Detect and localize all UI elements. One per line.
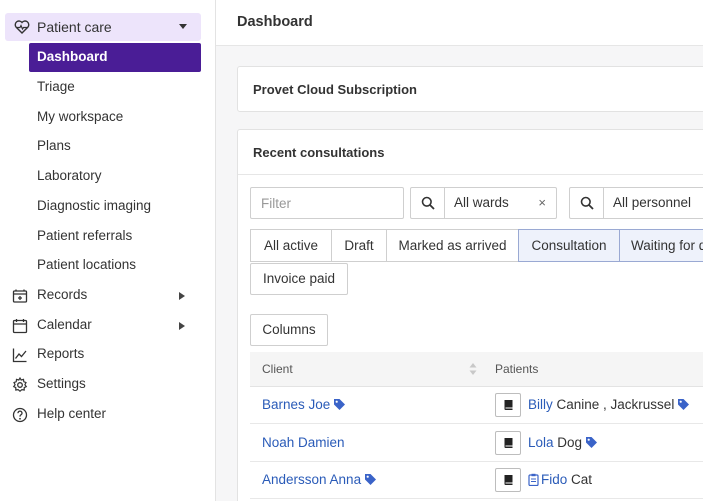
gear-icon bbox=[12, 377, 28, 392]
sidebar: Patient care Dashboard Triage My workspa… bbox=[0, 0, 216, 501]
wards-search-button[interactable] bbox=[411, 188, 445, 218]
tab-waiting-for-discharge[interactable]: Waiting for discharge bbox=[619, 229, 703, 262]
tag-icon bbox=[586, 437, 598, 448]
client-cell: Barnes Joe bbox=[262, 397, 346, 412]
patient-detail: Canine , Jackrussel bbox=[552, 397, 675, 412]
patient-cell: Billy Canine , Jackrussel bbox=[528, 397, 690, 412]
calendar-icon bbox=[12, 319, 28, 334]
search-icon bbox=[421, 196, 435, 210]
nav-item-help-center[interactable]: Help center bbox=[0, 404, 215, 426]
tab-all-active[interactable]: All active bbox=[250, 229, 332, 262]
subscription-card-title: Provet Cloud Subscription bbox=[253, 82, 417, 97]
tab-consultation[interactable]: Consultation bbox=[518, 229, 620, 262]
patient-link[interactable]: Billy bbox=[528, 397, 553, 412]
wards-select-value: All wards bbox=[454, 195, 509, 210]
consultations-title: Recent consultations bbox=[253, 145, 385, 160]
patient-link[interactable]: Fido bbox=[541, 472, 567, 487]
columns-button[interactable]: Columns bbox=[250, 314, 328, 346]
tab-invoice-paid[interactable]: Invoice paid bbox=[250, 263, 348, 295]
sub-item-plans[interactable]: Plans bbox=[37, 138, 71, 153]
main-content: Dashboard Provet Cloud Subscription Rece… bbox=[216, 0, 703, 501]
personnel-select[interactable]: All personnel bbox=[569, 187, 703, 219]
help-icon bbox=[12, 407, 28, 423]
column-header-patients: Patients bbox=[495, 362, 539, 376]
client-link[interactable]: Noah Damien bbox=[262, 435, 345, 450]
nav-group-label: Patient care bbox=[37, 19, 112, 35]
column-header-client[interactable]: Client bbox=[262, 362, 293, 376]
client-cell: Noah Damien bbox=[262, 435, 345, 450]
card-divider bbox=[238, 174, 703, 175]
chevron-down-icon bbox=[179, 24, 187, 29]
nav-item-records[interactable]: Records bbox=[0, 285, 215, 307]
client-link[interactable]: Barnes Joe bbox=[262, 397, 330, 412]
clipboard-icon bbox=[528, 473, 539, 487]
tag-icon bbox=[334, 399, 346, 410]
patient-cell: Fido Cat bbox=[528, 472, 592, 487]
sub-item-triage[interactable]: Triage bbox=[37, 79, 75, 94]
book-icon bbox=[504, 475, 513, 485]
nav-item-label: Help center bbox=[37, 406, 107, 421]
client-link[interactable]: Andersson Anna bbox=[262, 472, 361, 487]
patient-detail: Dog bbox=[553, 435, 583, 450]
book-icon bbox=[504, 438, 513, 448]
chevron-right-icon bbox=[179, 322, 185, 330]
sub-item-diagnostic-imaging[interactable]: Diagnostic imaging bbox=[37, 198, 151, 213]
sub-item-my-workspace[interactable]: My workspace bbox=[37, 109, 123, 124]
tab-draft[interactable]: Draft bbox=[331, 229, 387, 262]
patient-link[interactable]: Lola bbox=[528, 435, 554, 450]
nav-item-label: Settings bbox=[37, 376, 86, 391]
search-icon bbox=[580, 196, 594, 210]
nav-group-patient-care[interactable]: Patient care bbox=[5, 13, 201, 41]
book-icon bbox=[504, 400, 513, 410]
patient-cell: Lola Dog bbox=[528, 435, 598, 450]
top-bar: Dashboard bbox=[216, 0, 703, 46]
nav-item-label: Reports bbox=[37, 346, 85, 361]
tag-icon bbox=[365, 474, 377, 485]
client-cell: Andersson Anna bbox=[262, 472, 377, 487]
nav-item-calendar[interactable]: Calendar bbox=[0, 315, 215, 337]
sub-item-patient-locations[interactable]: Patient locations bbox=[37, 257, 136, 272]
table-header: Client Patients bbox=[250, 352, 703, 387]
table-row: Noah Damien Lola Dog bbox=[250, 425, 703, 462]
table-row: Andersson Anna Fido Cat bbox=[250, 462, 703, 499]
medical-record-button[interactable] bbox=[495, 431, 521, 455]
personnel-search-button[interactable] bbox=[570, 188, 604, 218]
nav-item-label: Records bbox=[37, 287, 88, 302]
personnel-select-value: All personnel bbox=[613, 195, 692, 210]
nav-item-reports[interactable]: Reports bbox=[0, 344, 215, 366]
wards-select[interactable]: All wards × bbox=[410, 187, 557, 219]
patient-detail: Cat bbox=[567, 472, 593, 487]
tab-marked-as-arrived[interactable]: Marked as arrived bbox=[386, 229, 519, 262]
clear-wards-icon[interactable]: × bbox=[538, 195, 546, 210]
tag-icon bbox=[678, 399, 690, 410]
subscription-card[interactable]: Provet Cloud Subscription bbox=[237, 66, 703, 112]
page-title: Dashboard bbox=[237, 14, 313, 30]
sort-icon[interactable] bbox=[469, 362, 477, 376]
chevron-right-icon bbox=[179, 292, 185, 300]
sub-item-patient-referrals[interactable]: Patient referrals bbox=[37, 228, 132, 243]
nav-item-label: Calendar bbox=[37, 317, 92, 332]
medical-record-button[interactable] bbox=[495, 468, 521, 492]
chart-line-icon bbox=[12, 348, 27, 363]
nav-item-settings[interactable]: Settings bbox=[0, 374, 215, 396]
filter-input[interactable] bbox=[250, 187, 404, 219]
heart-pulse-icon bbox=[14, 20, 30, 34]
medical-record-button[interactable] bbox=[495, 393, 521, 417]
recent-consultations-card: Recent consultations All wards × All per… bbox=[237, 129, 703, 501]
sub-item-label: Dashboard bbox=[37, 49, 108, 64]
sub-item-laboratory[interactable]: Laboratory bbox=[37, 168, 102, 183]
table-row: Barnes Joe Billy Canine , Jackrussel bbox=[250, 387, 703, 424]
records-icon bbox=[12, 289, 28, 303]
sub-item-dashboard[interactable]: Dashboard bbox=[29, 43, 201, 72]
